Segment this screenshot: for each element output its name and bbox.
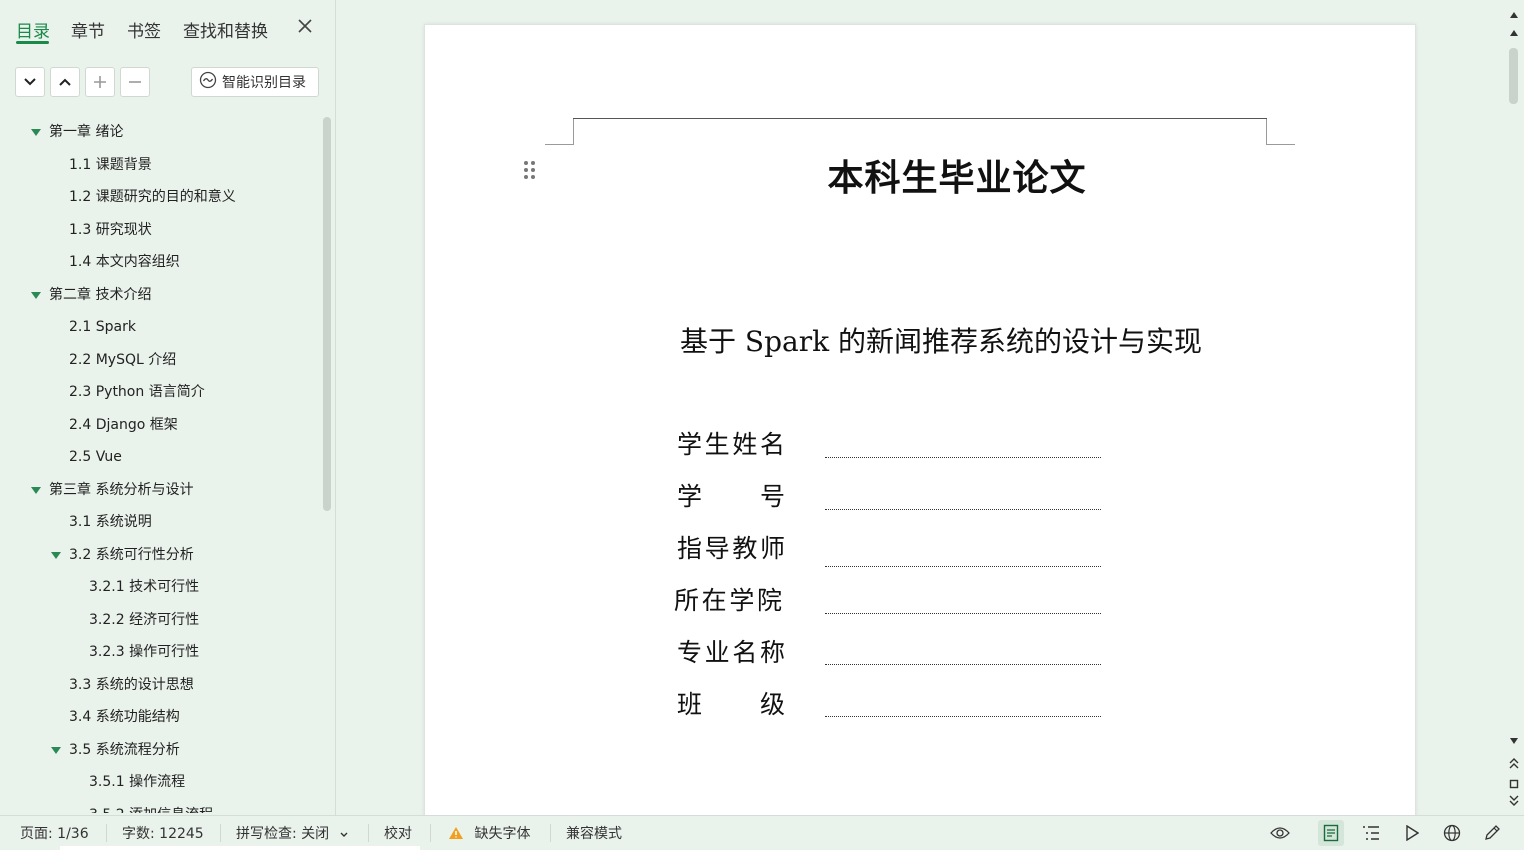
chevron-down-icon bbox=[24, 78, 36, 86]
field-label-major: 专业名称 bbox=[677, 638, 785, 667]
minus-icon bbox=[128, 75, 142, 89]
scroll-up-icon[interactable] bbox=[1510, 12, 1518, 18]
toc-expand-arrow-icon[interactable] bbox=[31, 291, 41, 299]
field-line-class[interactable] bbox=[825, 716, 1101, 717]
toc-item[interactable]: 3.5.2 添加信息流程 bbox=[89, 803, 213, 814]
smart-recognize-icon bbox=[199, 71, 222, 93]
toc-item[interactable]: 2.1 Spark bbox=[69, 315, 136, 339]
status-divider bbox=[106, 824, 107, 842]
header-line bbox=[573, 118, 1267, 119]
scroll-up-small-icon[interactable] bbox=[1510, 30, 1518, 36]
toc-expand-arrow-icon[interactable] bbox=[31, 486, 41, 494]
toc-item[interactable]: 3.1 系统说明 bbox=[69, 510, 152, 534]
toc-item[interactable]: 1.3 研究现状 bbox=[69, 218, 152, 242]
tab-bookmarks[interactable]: 书签 bbox=[127, 17, 161, 42]
collapse-button[interactable] bbox=[15, 67, 45, 97]
toc-item[interactable]: 第一章 绪论 bbox=[49, 120, 123, 144]
toc-item[interactable]: 3.4 系统功能结构 bbox=[69, 705, 180, 729]
eye-icon[interactable] bbox=[1267, 820, 1293, 846]
document-area: 本科生毕业论文 基于 Spark 的新闻推荐系统的设计与实现 学生姓名 学号 指… bbox=[337, 0, 1504, 815]
toc-expand-arrow-icon[interactable] bbox=[31, 129, 41, 136]
toc-item[interactable]: 2.2 MySQL 介绍 bbox=[69, 348, 176, 372]
toc-item[interactable]: 第二章 技术介绍 bbox=[49, 283, 151, 307]
field-line-major[interactable] bbox=[825, 664, 1101, 665]
field-label-student-id: 学号 bbox=[677, 482, 785, 511]
page-corner-mark bbox=[545, 118, 574, 145]
spellcheck-label: 拼写检查: 关闭 bbox=[236, 826, 330, 842]
toc-item[interactable]: 3.2 系统可行性分析 bbox=[69, 543, 194, 567]
toc-item[interactable]: 3.2.1 技术可行性 bbox=[89, 575, 199, 599]
field-line-advisor[interactable] bbox=[825, 566, 1101, 567]
navigation-pane: 目录 章节 书签 查找和替换 智能识别目录 第一章 绪论 1.1 课题背景 1.2 bbox=[0, 0, 336, 815]
toc-item[interactable]: 3.5.1 操作流程 bbox=[89, 770, 185, 794]
tab-find-replace[interactable]: 查找和替换 bbox=[183, 17, 268, 42]
document-title: 本科生毕业论文 bbox=[827, 157, 1087, 199]
page-view-icon[interactable] bbox=[1318, 820, 1344, 846]
chevron-up-icon bbox=[59, 78, 71, 86]
expand-button[interactable] bbox=[50, 67, 80, 97]
add-heading-button[interactable] bbox=[85, 67, 115, 97]
warning-icon bbox=[448, 826, 464, 844]
status-bar: 页面: 1/36 字数: 12245 拼写检查: 关闭 校对 缺失字体 兼容模式 bbox=[0, 815, 1524, 850]
spellcheck-toggle[interactable]: 拼写检查: 关闭 bbox=[236, 823, 348, 843]
field-label-class: 班级 bbox=[677, 690, 785, 719]
toc-scrollbar[interactable] bbox=[323, 117, 331, 511]
status-bottom-strip bbox=[60, 846, 420, 850]
toc-expand-arrow-icon[interactable] bbox=[51, 746, 61, 754]
status-divider bbox=[430, 824, 431, 842]
status-divider bbox=[220, 824, 221, 842]
toc-item[interactable]: 2.3 Python 语言简介 bbox=[69, 380, 205, 404]
toc-item[interactable]: 3.2.3 操作可行性 bbox=[89, 640, 199, 664]
toc-item[interactable]: 1.4 本文内容组织 bbox=[69, 250, 180, 274]
status-divider bbox=[368, 824, 369, 842]
plus-icon bbox=[93, 75, 107, 89]
select-browse-object-icon[interactable] bbox=[1509, 774, 1519, 793]
document-page[interactable]: 本科生毕业论文 基于 Spark 的新闻推荐系统的设计与实现 学生姓名 学号 指… bbox=[424, 24, 1416, 815]
chevron-down-icon bbox=[340, 826, 348, 842]
thesis-title: 基于 Spark 的新闻推荐系统的设计与实现 bbox=[680, 325, 1202, 358]
smart-toc-label: 智能识别目录 bbox=[222, 75, 306, 91]
toc-item[interactable]: 第三章 系统分析与设计 bbox=[49, 478, 193, 502]
toc-item[interactable]: 2.5 Vue bbox=[69, 445, 122, 469]
page-indicator[interactable]: 页面: 1/36 bbox=[20, 823, 89, 843]
toc-item[interactable]: 2.4 Django 框架 bbox=[69, 413, 178, 437]
tab-toc[interactable]: 目录 bbox=[16, 17, 50, 42]
proofread-button[interactable]: 校对 bbox=[384, 823, 412, 843]
missing-fonts-button[interactable]: 缺失字体 bbox=[448, 823, 530, 844]
nav-tabs: 目录 章节 书签 查找和替换 bbox=[0, 0, 336, 52]
active-tab-indicator bbox=[16, 41, 49, 44]
prev-page-icon[interactable] bbox=[1509, 754, 1519, 773]
tab-chapters[interactable]: 章节 bbox=[71, 17, 105, 42]
field-line-student-name[interactable] bbox=[825, 457, 1101, 458]
toc-tree: 第一章 绪论 1.1 课题背景 1.2 课题研究的目的和意义 1.3 研究现状 1.4 … bbox=[0, 116, 320, 813]
next-page-icon[interactable] bbox=[1509, 792, 1519, 811]
field-label-student-name: 学生姓名 bbox=[677, 430, 785, 459]
remove-heading-button[interactable] bbox=[120, 67, 150, 97]
vertical-scroll-thumb[interactable] bbox=[1509, 48, 1518, 104]
toc-item[interactable]: 3.5 系统流程分析 bbox=[69, 738, 180, 762]
toc-item[interactable]: 3.2.2 经济可行性 bbox=[89, 608, 199, 632]
field-label-college: 所在学院 bbox=[674, 586, 782, 615]
compat-mode-label[interactable]: 兼容模式 bbox=[566, 823, 622, 843]
field-line-college[interactable] bbox=[825, 613, 1101, 614]
toc-expand-arrow-icon[interactable] bbox=[51, 551, 61, 559]
smart-toc-button[interactable]: 智能识别目录 bbox=[191, 67, 319, 97]
vertical-scrollbar[interactable] bbox=[1504, 0, 1524, 815]
web-view-icon[interactable] bbox=[1439, 820, 1465, 846]
toc-item[interactable]: 3.3 系统的设计思想 bbox=[69, 673, 194, 697]
word-count[interactable]: 字数: 12245 bbox=[122, 823, 204, 843]
pen-icon[interactable] bbox=[1479, 820, 1505, 846]
close-icon[interactable] bbox=[294, 16, 316, 38]
toc-item[interactable]: 1.2 课题研究的目的和意义 bbox=[69, 185, 236, 209]
page-corner-mark bbox=[1266, 118, 1295, 145]
toc-item[interactable]: 1.1 课题背景 bbox=[69, 153, 152, 177]
missing-fonts-label: 缺失字体 bbox=[474, 826, 531, 842]
status-divider bbox=[550, 824, 551, 842]
play-icon[interactable] bbox=[1399, 820, 1425, 846]
scroll-down-icon[interactable] bbox=[1510, 738, 1518, 744]
field-label-advisor: 指导教师 bbox=[677, 534, 785, 563]
outline-view-icon[interactable] bbox=[1358, 820, 1384, 846]
field-line-student-id[interactable] bbox=[825, 509, 1101, 510]
